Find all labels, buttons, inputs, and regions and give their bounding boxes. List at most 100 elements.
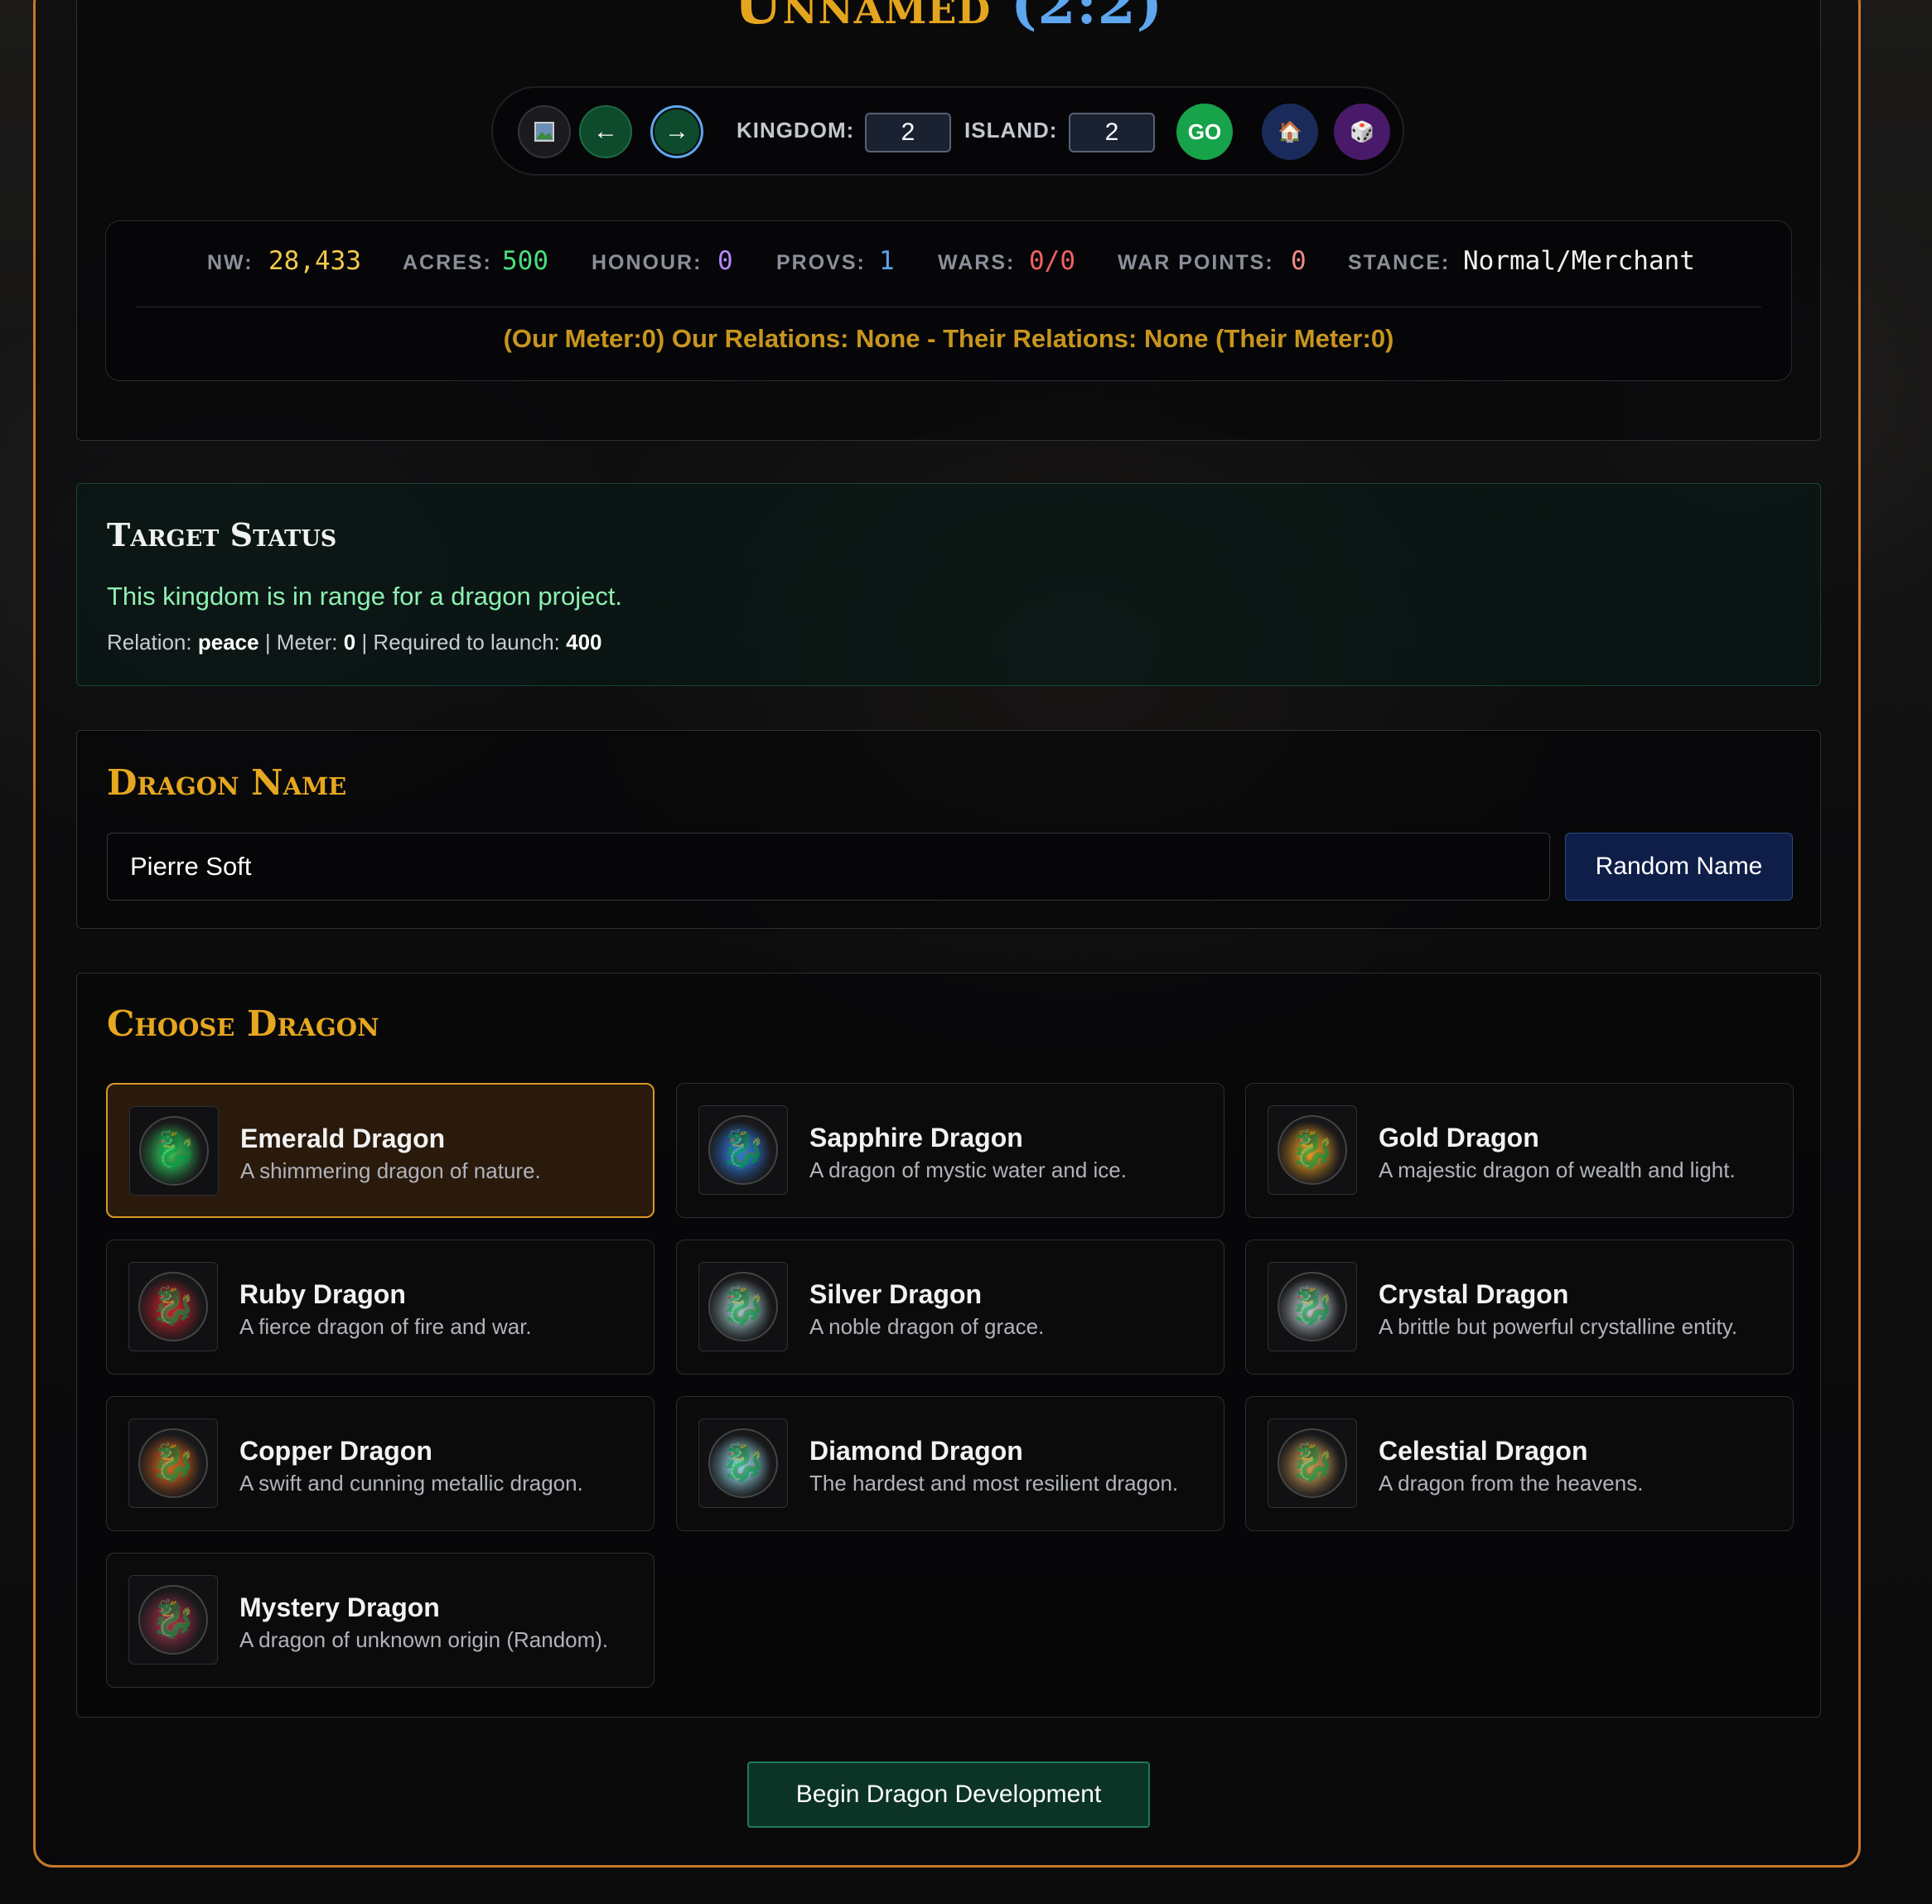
wars-value: 0/0 — [1029, 246, 1075, 276]
home-icon: 🏠 — [1278, 120, 1302, 143]
home-kingdom-button[interactable]: 🏠 — [1262, 104, 1318, 160]
acres-label: ACRES: — [403, 251, 492, 274]
stance-value: Normal/Merchant — [1463, 246, 1695, 276]
dragon-card[interactable]: 🐉 Mystery Dragon A dragon of unknown origi… — [106, 1553, 654, 1688]
go-button[interactable]: GO — [1176, 104, 1233, 160]
dragon-card[interactable]: 🐉 Sapphire Dragon A dragon of mystic water… — [676, 1083, 1224, 1218]
kingdom-name: Unnamed — [734, 0, 992, 36]
dragon-card[interactable]: 🐉 Emerald Dragon A shimmering dragon of na… — [106, 1083, 654, 1218]
kingdom-navigator: ← → KINGDOM: 2 ISLAND: 2 GO 🏠 🎲 — [491, 86, 1404, 176]
dragon-card-description: A brittle but powerful crystalline entit… — [1379, 1314, 1738, 1339]
dice-icon: 🎲 — [1350, 120, 1374, 143]
dragon-icon: 🐉 — [1278, 1428, 1347, 1498]
go-label: GO — [1187, 118, 1222, 144]
dragon-card-name: Mystery Dragon — [239, 1592, 440, 1622]
dragon-card-name: Gold Dragon — [1379, 1123, 1539, 1153]
island-number-input[interactable]: 2 — [1069, 113, 1155, 152]
war-points-label: WAR POINTS: — [1118, 251, 1274, 274]
dragon-name-title: Dragon Name — [107, 762, 347, 803]
kingdom-coords: (2:2) — [1011, 0, 1163, 36]
target-status-details: Relation: peace | Meter: 0 | Required to… — [107, 630, 602, 655]
dragon-icon: 🐉 — [139, 1116, 209, 1186]
dragon-card-description: A dragon of unknown origin (Random). — [239, 1627, 609, 1652]
dragon-icon: 🐉 — [708, 1115, 778, 1185]
target-status-title: Target Status — [107, 516, 337, 553]
honour-label: HONOUR: — [592, 251, 703, 274]
random-kingdom-button[interactable]: 🎲 — [1334, 104, 1390, 160]
acres-value: 500 — [502, 246, 548, 276]
arrow-left-icon: ← — [593, 118, 618, 145]
dragon-card-name: Silver Dragon — [809, 1279, 983, 1309]
dragon-card-name: Copper Dragon — [239, 1436, 432, 1466]
dragon-card-name: Crystal Dragon — [1379, 1279, 1569, 1309]
dragon-card[interactable]: 🐉 Diamond Dragon The hardest and most resi… — [676, 1396, 1224, 1531]
nw-value: 28,433 — [268, 246, 361, 276]
stance-label: STANCE: — [1348, 251, 1451, 274]
dragon-card-name: Emerald Dragon — [240, 1124, 446, 1153]
dragon-card-description: The hardest and most resilient dragon. — [809, 1471, 1179, 1496]
dragon-card[interactable]: 🐉 Ruby Dragon A fierce dragon of fire and … — [106, 1240, 654, 1375]
nw-label: NW: — [207, 251, 254, 274]
meter-value: 0 — [343, 630, 356, 655]
dragon-name-input[interactable]: Pierre Soft — [107, 833, 1550, 901]
required-label: | Required to launch: — [361, 630, 560, 655]
dragon-card-name: Sapphire Dragon — [809, 1123, 1023, 1153]
dragon-card-description: A swift and cunning metallic dragon. — [239, 1471, 583, 1496]
choose-dragon-title: Choose Dragon — [107, 1003, 379, 1044]
dragon-portrait-frame: 🐉 — [128, 1575, 218, 1665]
relation-label: Relation: — [107, 630, 192, 655]
dragon-portrait-frame: 🐉 — [698, 1418, 788, 1508]
relations-text: (Our Meter:0) Our Relations: None - Thei… — [503, 324, 1394, 353]
dragon-card-description: A shimmering dragon of nature. — [240, 1158, 541, 1183]
dragon-card-description: A dragon from the heavens. — [1379, 1471, 1644, 1496]
provs-value: 1 — [879, 246, 895, 276]
meter-label: | Meter: — [264, 630, 338, 655]
dragon-card-name: Diamond Dragon — [809, 1436, 1023, 1466]
dragon-icon: 🐉 — [708, 1428, 778, 1498]
random-name-button[interactable]: Random Name — [1565, 833, 1793, 901]
dragon-card[interactable]: 🐉 Silver Dragon A noble dragon of grace. — [676, 1240, 1224, 1375]
dragon-portrait-frame: 🐉 — [698, 1262, 788, 1351]
dragon-card[interactable]: 🐉 Copper Dragon A swift and cunning metall… — [106, 1396, 654, 1531]
dragon-portrait-frame: 🐉 — [698, 1105, 788, 1195]
required-value: 400 — [566, 630, 602, 655]
provs-label: PROVS: — [776, 251, 866, 274]
dragon-portrait-frame: 🐉 — [1268, 1105, 1357, 1195]
kingdom-stats-box: NW: 28,433 ACRES: 500 HONOUR: 0 PROVS: 1… — [105, 220, 1792, 381]
choose-dragon-panel: Choose Dragon 🐉 Emerald Dragon A shimmerin… — [76, 973, 1821, 1718]
island-label: ISLAND: — [964, 118, 1058, 143]
dragon-card-name: Celestial Dragon — [1379, 1436, 1588, 1466]
next-kingdom-button[interactable]: → — [650, 105, 703, 158]
dragon-card-description: A dragon of mystic water and ice. — [809, 1157, 1127, 1182]
begin-dragon-development-button[interactable]: Begin Dragon Development — [747, 1761, 1150, 1828]
dragon-card-description: A fierce dragon of fire and war. — [239, 1314, 532, 1339]
dragon-card-description: A noble dragon of grace. — [809, 1314, 1045, 1339]
dragon-icon: 🐉 — [138, 1272, 208, 1341]
dragon-card-description: A majestic dragon of wealth and light. — [1379, 1157, 1736, 1182]
target-status-message: This kingdom is in range for a dragon pr… — [107, 582, 623, 611]
relation-value: peace — [197, 630, 259, 655]
dragon-icon: 🐉 — [1278, 1272, 1347, 1341]
dragon-portrait-frame: 🐉 — [129, 1106, 219, 1196]
dragon-portrait-frame: 🐉 — [1268, 1418, 1357, 1508]
dragon-card[interactable]: 🐉 Celestial Dragon A dragon from the heave… — [1245, 1396, 1794, 1531]
dragon-icon: 🐉 — [1278, 1115, 1347, 1185]
dragon-card-name: Ruby Dragon — [239, 1279, 406, 1309]
kingdom-number-input[interactable]: 2 — [865, 113, 951, 152]
dragon-card[interactable]: 🐉 Crystal Dragon A brittle but powerful cr… — [1245, 1240, 1794, 1375]
war-points-value: 0 — [1291, 246, 1307, 276]
target-status-panel: Target Status This kingdom is in range f… — [76, 483, 1821, 686]
dragon-portrait-frame: 🐉 — [128, 1418, 218, 1508]
dragon-name-panel: Dragon Name Pierre Soft Random Name — [76, 730, 1821, 929]
dragon-icon: 🐉 — [138, 1585, 208, 1655]
kingdom-label: KINGDOM: — [737, 118, 855, 143]
kingdom-flag-image[interactable] — [518, 105, 571, 158]
prev-kingdom-button[interactable]: ← — [579, 105, 632, 158]
broken-image-icon — [534, 122, 554, 142]
wars-label: WARS: — [938, 251, 1016, 274]
dragon-icon: 🐉 — [138, 1428, 208, 1498]
dragon-portrait-frame: 🐉 — [1268, 1262, 1357, 1351]
dragon-card[interactable]: 🐉 Gold Dragon A majestic dragon of wealth … — [1245, 1083, 1794, 1218]
dragon-icon: 🐉 — [708, 1272, 778, 1341]
page-title: Unnamed (2:2) — [77, 0, 1820, 36]
